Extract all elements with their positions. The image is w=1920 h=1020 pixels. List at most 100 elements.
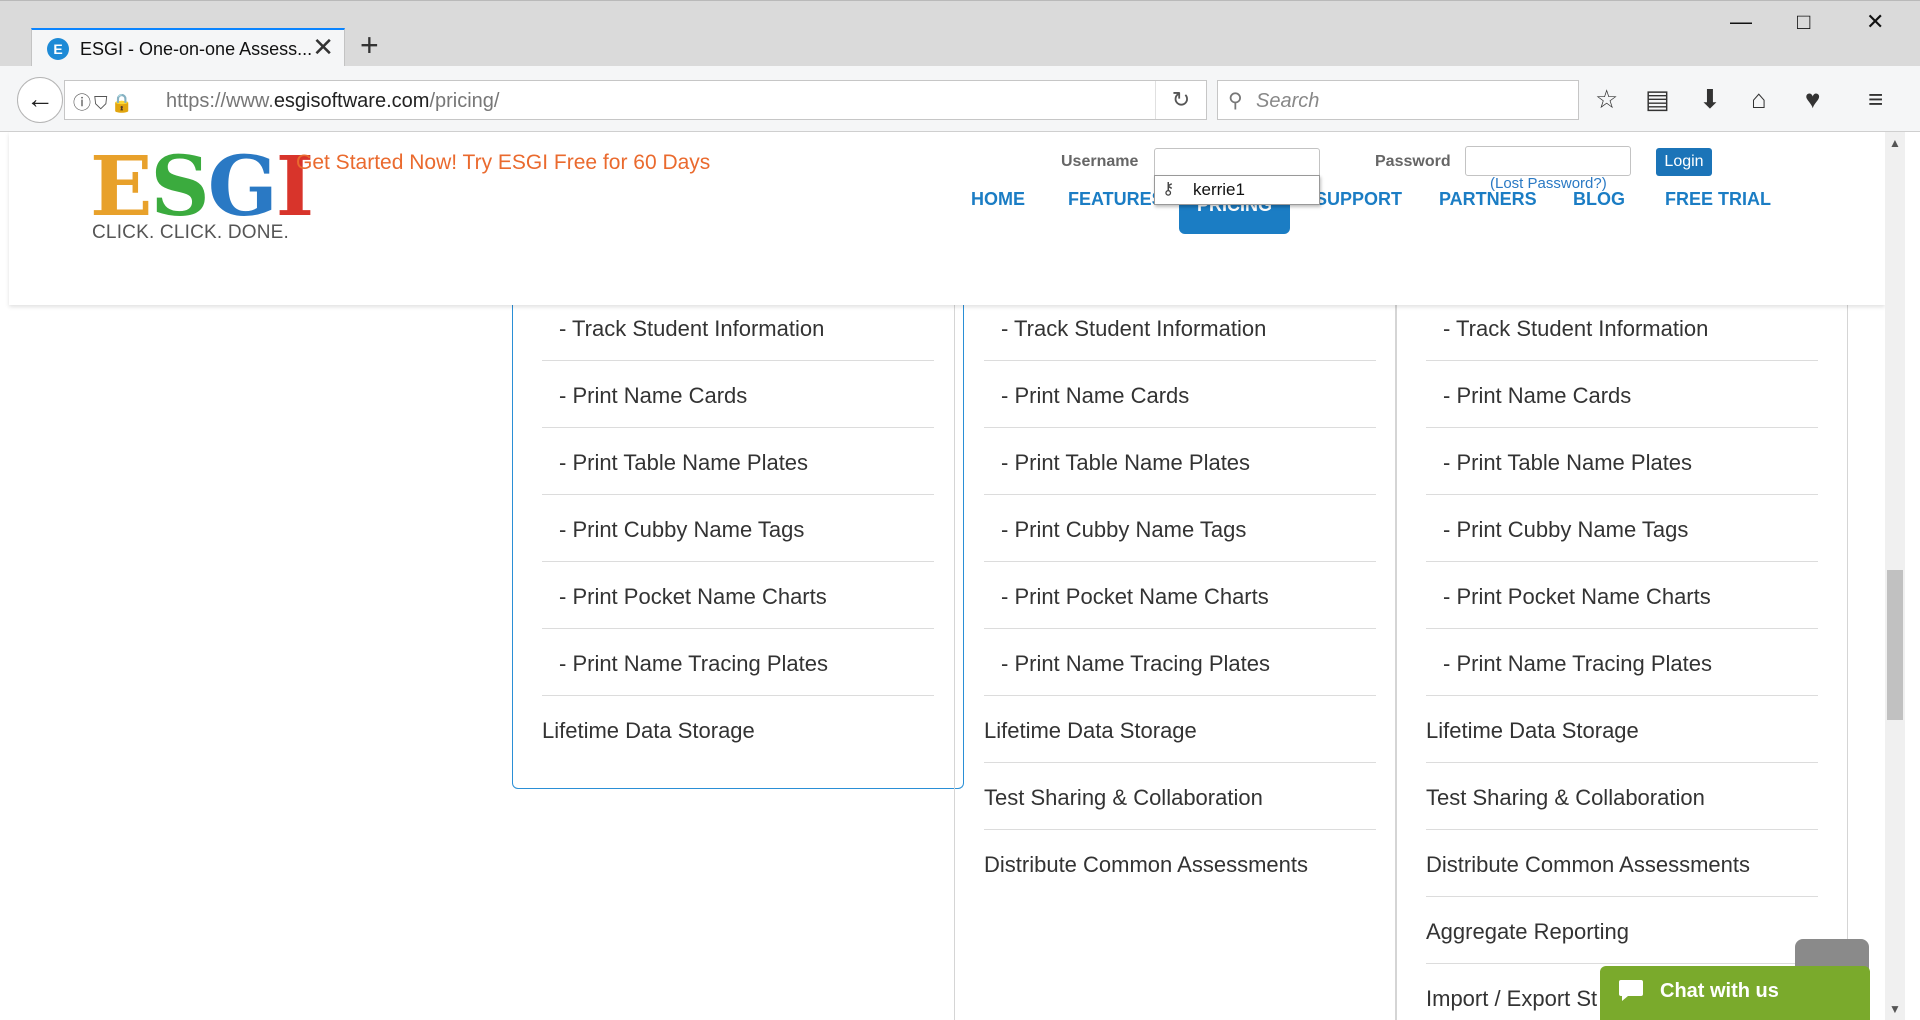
logo-letter: S bbox=[150, 139, 210, 235]
feature-label: Test Sharing & Collaboration bbox=[984, 785, 1263, 810]
feature-row: Distribute Common Assessments bbox=[1426, 830, 1818, 897]
menu-icon[interactable]: ≡ bbox=[1868, 84, 1883, 114]
browser-tab-bar: E ESGI - One-on-one Assess... ✕ + — □ ✕ bbox=[0, 0, 1920, 68]
feature-row: - Print Pocket Name Charts bbox=[1426, 562, 1818, 629]
download-icon[interactable]: ⬇ bbox=[1699, 84, 1721, 114]
feature-row: Lifetime Data Storage bbox=[984, 696, 1376, 763]
username-input[interactable] bbox=[1154, 148, 1320, 178]
feature-row: - Print Table Name Plates bbox=[1426, 428, 1818, 495]
feature-label: - Track Student Information bbox=[559, 316, 825, 341]
feature-label: Lifetime Data Storage bbox=[542, 718, 755, 743]
promo-link[interactable]: Get Started Now! Try ESGI Free for 60 Da… bbox=[296, 151, 710, 175]
back-arrow-icon[interactable]: ← bbox=[17, 77, 63, 123]
feature-label: - Print Name Tracing Plates bbox=[559, 651, 828, 676]
feature-label: Lifetime Data Storage bbox=[1426, 718, 1639, 743]
site-info-icons[interactable]: ⓘ⛉🔒 bbox=[73, 89, 136, 115]
feature-row: - Print Name Cards bbox=[984, 361, 1376, 428]
feature-label: - Print Name Tracing Plates bbox=[1443, 651, 1712, 676]
feature-label: - Print Name Cards bbox=[559, 383, 748, 408]
username-label: Username bbox=[1061, 153, 1139, 170]
feature-label: - Print Cubby Name Tags bbox=[1443, 517, 1689, 542]
bookmark-star-icon[interactable]: ☆ bbox=[1595, 84, 1618, 114]
chat-widget[interactable]: Chat with us bbox=[1600, 966, 1870, 1020]
feature-label: Distribute Common Assessments bbox=[984, 852, 1308, 877]
search-bar[interactable]: ⚲ Search bbox=[1217, 80, 1579, 120]
feature-row: - Print Cubby Name Tags bbox=[984, 495, 1376, 562]
scrollbar-thumb[interactable] bbox=[1887, 570, 1903, 720]
feature-row: Lifetime Data Storage bbox=[542, 696, 934, 763]
feature-label: - Print Pocket Name Charts bbox=[1001, 584, 1269, 609]
nav-free-trial[interactable]: FREE TRIAL bbox=[1665, 189, 1771, 210]
url-prefix: https://www. bbox=[166, 90, 274, 112]
feature-label: - Track Student Information bbox=[1443, 316, 1709, 341]
reload-icon[interactable]: ↻ bbox=[1155, 81, 1206, 119]
feature-row: - Print Name Tracing Plates bbox=[1426, 629, 1818, 696]
key-icon: ⚷ bbox=[1162, 179, 1175, 198]
logo-wordmark: ESGI bbox=[90, 139, 314, 235]
feature-row: - Print Table Name Plates bbox=[984, 428, 1376, 495]
window-close-icon[interactable]: ✕ bbox=[1866, 9, 1884, 35]
url-text[interactable]: https://www.esgisoftware.com/pricing/ bbox=[166, 90, 499, 113]
minimize-icon[interactable]: — bbox=[1730, 9, 1752, 35]
browser-nav-bar: ← ⓘ⛉🔒 https://www.esgisoftware.com/prici… bbox=[0, 66, 1920, 132]
nav-features[interactable]: FEATURES bbox=[1068, 189, 1164, 210]
logo-letter: E bbox=[90, 139, 152, 235]
esgi-logo[interactable]: ESGI CLICK. CLICK. DONE. bbox=[90, 142, 314, 252]
feature-label: - Print Pocket Name Charts bbox=[559, 584, 827, 609]
password-label: Password bbox=[1375, 153, 1451, 170]
url-domain: esgisoftware.com bbox=[273, 90, 430, 112]
nav-support[interactable]: SUPPORT bbox=[1315, 189, 1402, 210]
logo-tagline: CLICK. CLICK. DONE. bbox=[92, 222, 290, 243]
search-icon: ⚲ bbox=[1228, 90, 1243, 112]
feature-label: - Print Name Cards bbox=[1443, 383, 1632, 408]
feature-row: - Print Cubby Name Tags bbox=[1426, 495, 1818, 562]
chat-bubble-icon bbox=[1618, 978, 1644, 1009]
tab-close-icon[interactable]: ✕ bbox=[312, 34, 334, 60]
feature-label: Aggregate Reporting bbox=[1426, 919, 1630, 944]
maximize-icon[interactable]: □ bbox=[1797, 9, 1810, 35]
site-favicon-icon: E bbox=[47, 38, 69, 60]
feature-label: - Print Table Name Plates bbox=[1443, 450, 1693, 475]
lock-icon: 🔒 bbox=[110, 93, 136, 113]
feature-row: - Print Pocket Name Charts bbox=[542, 562, 934, 629]
nav-partners[interactable]: PARTNERS bbox=[1439, 189, 1537, 210]
feature-row: - Print Cubby Name Tags bbox=[542, 495, 934, 562]
nav-blog[interactable]: BLOG bbox=[1573, 189, 1625, 210]
login-button[interactable]: Login bbox=[1656, 148, 1712, 176]
browser-tab[interactable]: E ESGI - One-on-one Assess... ✕ bbox=[31, 28, 345, 68]
feature-label: - Print Name Tracing Plates bbox=[1001, 651, 1270, 676]
feature-label: - Print Table Name Plates bbox=[1001, 450, 1251, 475]
feature-row: - Print Name Tracing Plates bbox=[984, 629, 1376, 696]
feature-label: - Print Table Name Plates bbox=[559, 450, 809, 475]
nav-home[interactable]: HOME bbox=[971, 189, 1025, 210]
autocomplete-option[interactable]: kerrie1 bbox=[1193, 180, 1245, 200]
new-tab-icon[interactable]: + bbox=[360, 29, 379, 61]
tab-title: ESGI - One-on-one Assess... bbox=[80, 39, 313, 59]
feature-row: Test Sharing & Collaboration bbox=[984, 763, 1376, 830]
username-autocomplete[interactable]: ⚷ kerrie1 bbox=[1154, 175, 1320, 205]
chat-label: Chat with us bbox=[1660, 980, 1779, 1002]
feature-label: - Print Pocket Name Charts bbox=[1443, 584, 1711, 609]
reading-list-icon[interactable]: ▤ bbox=[1645, 84, 1670, 114]
feature-label: - Track Student Information bbox=[1001, 316, 1267, 341]
feature-row: Lifetime Data Storage bbox=[1426, 696, 1818, 763]
feature-row: - Print Name Tracing Plates bbox=[542, 629, 934, 696]
url-bar[interactable]: ⓘ⛉🔒 https://www.esgisoftware.com/pricing… bbox=[64, 80, 1207, 120]
scroll-down-icon[interactable]: ▼ bbox=[1889, 1002, 1901, 1016]
feature-label: - Print Cubby Name Tags bbox=[559, 517, 805, 542]
page-scrollbar[interactable]: ▲ ▼ bbox=[1885, 132, 1905, 1020]
shield-icon: ⛉ bbox=[94, 93, 111, 113]
pocket-icon[interactable]: ♥ bbox=[1805, 84, 1820, 114]
scroll-up-icon[interactable]: ▲ bbox=[1889, 136, 1901, 150]
feature-row: Distribute Common Assessments bbox=[984, 830, 1376, 897]
feature-row: - Print Name Cards bbox=[542, 361, 934, 428]
site-header: ESGI CLICK. CLICK. DONE. Get Started Now… bbox=[9, 132, 1885, 305]
feature-label: Distribute Common Assessments bbox=[1426, 852, 1750, 877]
feature-label: - Print Cubby Name Tags bbox=[1001, 517, 1247, 542]
page-viewport: ESGI CLICK. CLICK. DONE. Get Started Now… bbox=[0, 132, 1920, 1020]
home-icon[interactable]: ⌂ bbox=[1751, 84, 1767, 114]
feature-label: Lifetime Data Storage bbox=[984, 718, 1197, 743]
password-input[interactable] bbox=[1465, 146, 1631, 176]
logo-letter: G bbox=[207, 139, 278, 235]
feature-label: Import / Export St bbox=[1426, 986, 1598, 1011]
